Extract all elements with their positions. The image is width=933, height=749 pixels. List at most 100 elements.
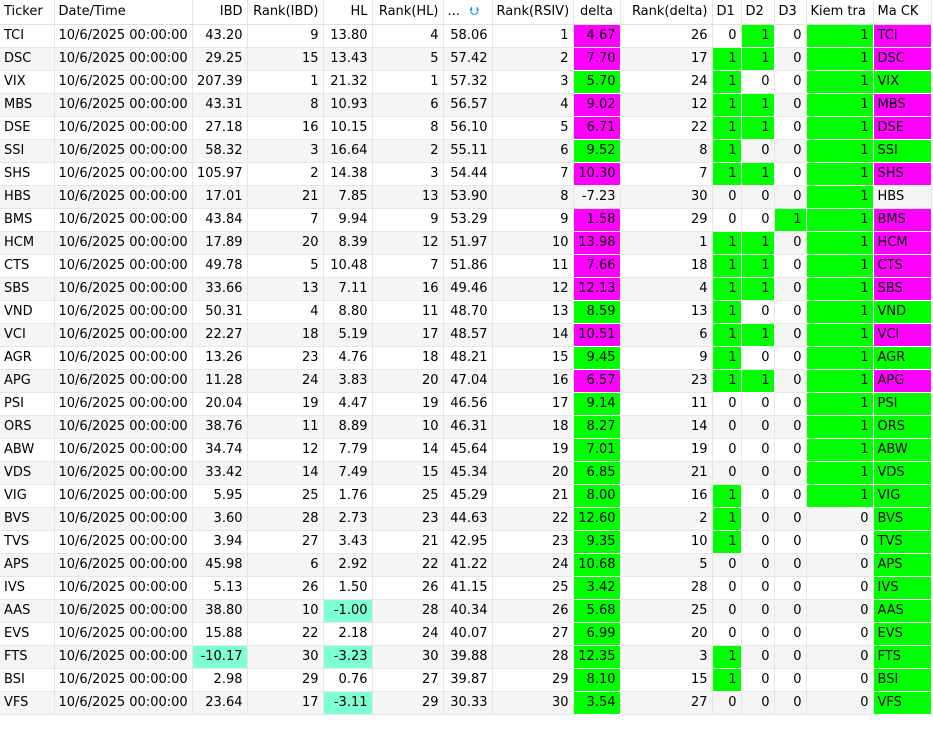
cell-ma-ck[interactable]: MBS [873,93,932,117]
cell-hl[interactable]: 8.39 [323,231,373,255]
cell-rank-rsiv[interactable]: 8 [492,185,574,209]
table-row[interactable]: VCI 10/6/2025 00:00:00 22.27 18 5.19 17 48.57 1… [0,323,932,347]
cell-kiem-tra[interactable]: 0 [806,553,874,577]
cell-rank-delta[interactable]: 29 [620,208,713,232]
cell-rank-delta[interactable]: 5 [620,553,713,577]
cell-d3[interactable]: 0 [774,116,807,140]
cell-rank-ibd[interactable]: 22 [247,622,324,646]
cell-delta[interactable]: 12.60 [573,507,621,531]
cell-ibd[interactable]: 17.89 [192,231,248,255]
cell-ma-ck[interactable]: APG [873,369,932,393]
cell-rank-hl[interactable]: 8 [372,116,444,140]
cell-delta[interactable]: 8.00 [573,484,621,508]
cell-kiem-tra[interactable]: 1 [806,93,874,117]
cell-d2[interactable]: 0 [741,70,775,94]
cell-rsiv[interactable]: 48.57 [443,323,493,347]
cell-d2[interactable]: 0 [741,645,775,669]
table-row[interactable]: APG 10/6/2025 00:00:00 11.28 24 3.83 20 47.04 1… [0,369,932,393]
cell-rank-hl[interactable]: 12 [372,231,444,255]
cell-rsiv[interactable]: 49.46 [443,277,493,301]
cell-d2[interactable]: 0 [741,185,775,209]
cell-ibd[interactable]: 17.01 [192,185,248,209]
table-row[interactable]: IVS 10/6/2025 00:00:00 5.13 26 1.50 26 41.15 25… [0,576,932,600]
cell-ticker[interactable]: ORS [0,415,55,439]
cell-rank-hl[interactable]: 20 [372,369,444,393]
cell-rank-ibd[interactable]: 8 [247,93,324,117]
cell-rank-ibd[interactable]: 20 [247,231,324,255]
cell-rank-delta[interactable]: 3 [620,645,713,669]
cell-rank-rsiv[interactable]: 26 [492,599,574,623]
cell-d2[interactable]: 1 [741,254,775,278]
cell-rank-rsiv[interactable]: 27 [492,622,574,646]
cell-d1[interactable]: 1 [712,484,742,508]
cell-d1[interactable]: 1 [712,277,742,301]
cell-d1[interactable]: 1 [712,93,742,117]
cell-d1[interactable]: 0 [712,392,742,416]
table-row[interactable]: BSI 10/6/2025 00:00:00 2.98 29 0.76 27 39.87 29… [0,668,932,692]
cell-ticker[interactable]: PSI [0,392,55,416]
cell-rsiv[interactable]: 55.11 [443,139,493,163]
cell-rank-hl[interactable]: 25 [372,484,444,508]
cell-datetime[interactable]: 10/6/2025 00:00:00 [54,254,193,278]
table-row[interactable]: VDS 10/6/2025 00:00:00 33.42 14 7.49 15 45.34 2… [0,461,932,485]
cell-hl[interactable]: 10.93 [323,93,373,117]
cell-d2[interactable]: 1 [741,47,775,71]
cell-rank-hl[interactable]: 11 [372,300,444,324]
cell-kiem-tra[interactable]: 0 [806,576,874,600]
cell-rsiv[interactable]: 41.15 [443,576,493,600]
cell-rank-delta[interactable]: 16 [620,484,713,508]
cell-d3[interactable]: 0 [774,93,807,117]
cell-rank-rsiv[interactable]: 24 [492,553,574,577]
cell-d2[interactable]: 0 [741,530,775,554]
cell-rsiv[interactable]: 44.63 [443,507,493,531]
cell-ticker[interactable]: VDS [0,461,55,485]
cell-d3[interactable]: 0 [774,231,807,255]
cell-datetime[interactable]: 10/6/2025 00:00:00 [54,162,193,186]
header-datetime[interactable]: Date/Time [54,0,193,25]
cell-d1[interactable]: 0 [712,576,742,600]
cell-datetime[interactable]: 10/6/2025 00:00:00 [54,691,193,715]
cell-ticker[interactable]: MBS [0,93,55,117]
cell-datetime[interactable]: 10/6/2025 00:00:00 [54,277,193,301]
cell-ibd[interactable]: 22.27 [192,323,248,347]
cell-ibd[interactable]: 3.94 [192,530,248,554]
header-d3[interactable]: D3 [774,0,807,25]
cell-d1[interactable]: 1 [712,70,742,94]
cell-rank-ibd[interactable]: 10 [247,599,324,623]
cell-delta[interactable]: 1.58 [573,208,621,232]
cell-d2[interactable]: 1 [741,323,775,347]
cell-ibd[interactable]: 105.97 [192,162,248,186]
cell-rank-hl[interactable]: 13 [372,185,444,209]
cell-rank-ibd[interactable]: 3 [247,139,324,163]
cell-ticker[interactable]: BMS [0,208,55,232]
cell-datetime[interactable]: 10/6/2025 00:00:00 [54,116,193,140]
cell-ticker[interactable]: APS [0,553,55,577]
cell-rank-ibd[interactable]: 9 [247,24,324,48]
cell-ma-ck[interactable]: DSC [873,47,932,71]
cell-delta[interactable]: 10.30 [573,162,621,186]
cell-hl[interactable]: 10.15 [323,116,373,140]
cell-rank-hl[interactable]: 3 [372,162,444,186]
cell-delta[interactable]: 4.67 [573,24,621,48]
cell-rsiv[interactable]: 57.42 [443,47,493,71]
cell-d1[interactable]: 1 [712,254,742,278]
cell-rank-ibd[interactable]: 21 [247,185,324,209]
cell-rank-hl[interactable]: 4 [372,24,444,48]
cell-rank-rsiv[interactable]: 7 [492,162,574,186]
cell-ibd[interactable]: 43.20 [192,24,248,48]
header-rank-rsiv[interactable]: Rank(RSIV) [492,0,574,25]
cell-ibd[interactable]: 33.66 [192,277,248,301]
cell-rank-ibd[interactable]: 4 [247,300,324,324]
cell-d1[interactable]: 1 [712,369,742,393]
cell-ibd[interactable]: 23.64 [192,691,248,715]
cell-d3[interactable]: 0 [774,277,807,301]
cell-ticker[interactable]: DSE [0,116,55,140]
cell-hl[interactable]: 5.19 [323,323,373,347]
cell-kiem-tra[interactable]: 1 [806,484,874,508]
cell-hl[interactable]: 21.32 [323,70,373,94]
cell-ma-ck[interactable]: PSI [873,392,932,416]
cell-ibd[interactable]: 207.39 [192,70,248,94]
cell-d3[interactable]: 0 [774,553,807,577]
cell-d1[interactable]: 1 [712,116,742,140]
cell-ticker[interactable]: FTS [0,645,55,669]
